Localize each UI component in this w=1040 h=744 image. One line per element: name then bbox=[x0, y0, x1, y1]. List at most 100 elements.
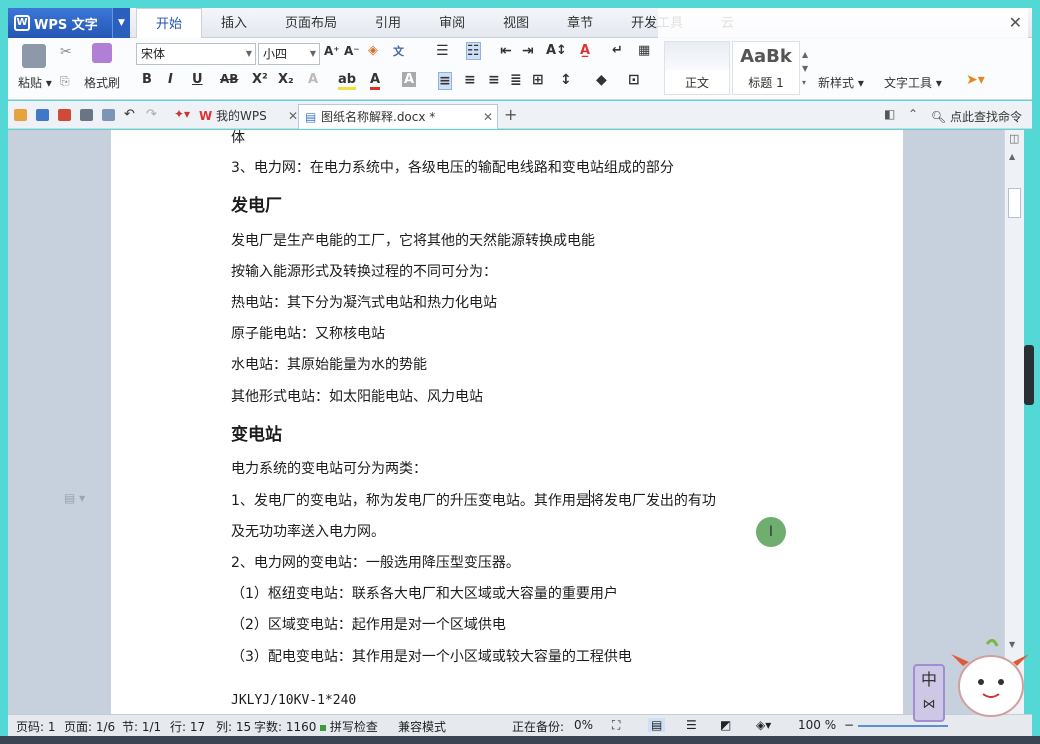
paragraph-handle-icon[interactable]: ▤ ▾ bbox=[64, 491, 85, 505]
decrease-indent-icon[interactable]: ⇤ bbox=[500, 43, 512, 59]
underline-icon[interactable]: U bbox=[192, 72, 203, 87]
copy-icon[interactable]: ⎘ bbox=[60, 74, 70, 89]
ime-indicator[interactable]: 中 ⋈ bbox=[913, 664, 945, 722]
new-tab-icon[interactable]: + bbox=[504, 105, 517, 124]
style-heading1[interactable]: AaBk 标题 1 bbox=[732, 41, 800, 95]
clear-format-icon[interactable]: ◈ bbox=[368, 43, 378, 58]
tab-view[interactable]: 视图 bbox=[484, 8, 548, 38]
text-tools-label: 文字工具 bbox=[884, 76, 933, 90]
doc-line: （2）区域变电站：起作用是对一个区域供电 bbox=[231, 617, 506, 633]
export-pdf-icon[interactable] bbox=[58, 109, 71, 121]
cut-icon[interactable]: ✂ bbox=[60, 44, 72, 60]
collapse-ribbon-icon[interactable]: ⌃ bbox=[908, 107, 918, 121]
quick-access-bar: ↶ ↷ ✦▾ W 我的WPS ✕ ▤ 图纸名称解释.docx * ✕ + ◧ ⌃… bbox=[8, 101, 1032, 129]
close-icon[interactable]: ✕ bbox=[1009, 13, 1022, 32]
new-style-button[interactable]: 新样式 ▾ bbox=[818, 74, 864, 91]
app-menu-button[interactable]: W WPS 文字 bbox=[8, 8, 118, 38]
status-backup: 正在备份: bbox=[512, 720, 565, 734]
page-view-icon[interactable]: ▤ bbox=[648, 718, 666, 732]
grow-font-icon[interactable]: A⁺ bbox=[324, 44, 340, 58]
redo-icon[interactable]: ↷ bbox=[146, 107, 157, 122]
app-menu-dropdown-icon[interactable]: ▼ bbox=[112, 8, 130, 38]
paste-icon[interactable] bbox=[22, 44, 46, 68]
bold-icon[interactable]: B bbox=[142, 72, 152, 87]
open-icon[interactable] bbox=[14, 109, 27, 121]
fill-color-icon[interactable]: ◆ bbox=[596, 72, 607, 88]
border-icon[interactable]: ⊡ bbox=[628, 72, 640, 88]
font-color-icon[interactable]: A bbox=[370, 72, 381, 90]
style-normal[interactable]: 正文 bbox=[664, 41, 730, 95]
sort-text-icon[interactable]: A↕ bbox=[546, 43, 567, 58]
tab-review[interactable]: 审阅 bbox=[420, 8, 484, 38]
zoom-out-icon[interactable]: − bbox=[844, 718, 854, 732]
phonetic-icon[interactable]: 文 bbox=[393, 43, 404, 59]
justify-icon[interactable]: ≣ bbox=[510, 72, 522, 88]
align-center-icon[interactable]: ≡ bbox=[464, 72, 476, 88]
highlight-icon[interactable]: ab bbox=[338, 72, 357, 90]
spell-check-label: 拼写检查 bbox=[329, 720, 378, 734]
tab-insert[interactable]: 插入 bbox=[202, 8, 266, 38]
format-painter-icon[interactable] bbox=[92, 43, 112, 63]
line-spacing-icon[interactable]: ↕ bbox=[560, 72, 572, 88]
sidebar-toggle-icon[interactable]: ◧ bbox=[884, 107, 895, 121]
scroll-up-icon[interactable]: ▲ bbox=[1009, 152, 1015, 161]
numbered-list-icon[interactable]: ☷ bbox=[466, 42, 481, 60]
chinese-layout-icon[interactable]: A̲ bbox=[580, 43, 590, 58]
font-size-select[interactable]: 小四 ▼ bbox=[258, 43, 320, 65]
status-word-count[interactable]: 字数: 1160 bbox=[254, 718, 316, 735]
print-icon[interactable] bbox=[80, 109, 93, 121]
tab-home[interactable]: 开始 bbox=[136, 8, 203, 39]
outline-view-icon[interactable]: ☰ bbox=[686, 718, 697, 732]
bullet-list-icon[interactable]: ☰ bbox=[436, 43, 449, 59]
close-tab-icon[interactable]: ✕ bbox=[483, 105, 493, 129]
find-command[interactable]: 🔍︎ 点此查找命令 bbox=[931, 108, 1022, 125]
tab-current-doc[interactable]: ▤ 图纸名称解释.docx * ✕ bbox=[298, 104, 498, 129]
increase-indent-icon[interactable]: ⇥ bbox=[522, 43, 534, 59]
undo-icon[interactable]: ↶ bbox=[124, 107, 135, 122]
font-family-select[interactable]: 宋体 ▼ bbox=[136, 43, 256, 65]
doc-line: 按输入能源形式及转换过程的不同可分为： bbox=[231, 264, 497, 280]
web-view-icon[interactable]: ◩ bbox=[720, 718, 731, 732]
align-right-icon[interactable]: ≡ bbox=[488, 72, 500, 88]
side-panel-handle[interactable] bbox=[1024, 345, 1034, 405]
styles-scroll-icon[interactable]: ▲ ▼ ▾ bbox=[802, 48, 808, 90]
distribute-icon[interactable]: ⊞ bbox=[532, 72, 544, 88]
doc-line: 电力系统的变电站可分为两类： bbox=[231, 461, 427, 477]
zoom-level[interactable]: 100 % bbox=[798, 718, 836, 732]
ime-mode-label: 中 bbox=[920, 670, 937, 689]
tab-chapter[interactable]: 章节 bbox=[548, 8, 612, 38]
shrink-font-icon[interactable]: A⁻ bbox=[344, 44, 360, 58]
protect-view-icon[interactable]: ◈▾ bbox=[756, 718, 771, 732]
tab-mywps[interactable]: W 我的WPS ✕ bbox=[194, 104, 298, 129]
paste-button[interactable]: 粘贴 ▾ bbox=[18, 74, 52, 91]
strikethrough-icon[interactable]: AB bbox=[220, 72, 238, 86]
char-shading-icon[interactable]: A bbox=[402, 72, 417, 87]
close-tab-icon[interactable]: ✕ bbox=[288, 104, 298, 128]
tab-page-layout[interactable]: 页面布局 bbox=[266, 8, 356, 38]
align-left-icon[interactable]: ≡ bbox=[438, 72, 452, 90]
doc-line: 1、发电厂的变电站，称为发电厂的升压变电站。其作用是将发电厂发出的有功 bbox=[231, 493, 716, 509]
text-tools-button[interactable]: 文字工具 ▾ bbox=[884, 74, 942, 91]
print-preview-icon[interactable] bbox=[102, 109, 115, 121]
customize-icon[interactable]: ✦▾ bbox=[174, 107, 190, 121]
format-painter-button[interactable]: 格式刷 bbox=[84, 74, 120, 91]
document-page[interactable]: 体 3、电力网：在电力系统中，各级电压的输配电线路和变电站组成的部分 发电厂 发… bbox=[111, 130, 903, 714]
spell-check-toggle[interactable]: 拼写检查 bbox=[320, 718, 378, 735]
table-icon[interactable]: ▦ bbox=[638, 43, 650, 58]
fullscreen-icon[interactable]: ⛶ bbox=[612, 718, 620, 733]
select-cursor-icon[interactable]: ➤▾ bbox=[966, 72, 985, 88]
status-page-code: 页码: 1 bbox=[16, 720, 56, 734]
save-icon[interactable] bbox=[36, 109, 49, 121]
mascot-widget[interactable]: 中 ⋈ bbox=[913, 636, 1031, 726]
title-bar: W WPS 文字 ▼ 开始 插入 页面布局 引用 审阅 视图 章节 开发工具 云… bbox=[8, 8, 1032, 39]
show-marks-icon[interactable]: ↵ bbox=[612, 43, 623, 58]
split-view-icon[interactable]: ◫ bbox=[1009, 132, 1019, 145]
scrollbar-thumb[interactable] bbox=[1008, 188, 1021, 218]
ime-butterfly-icon: ⋈ bbox=[922, 697, 936, 712]
tab-references[interactable]: 引用 bbox=[356, 8, 420, 38]
italic-icon[interactable]: I bbox=[168, 72, 173, 87]
text-effect-icon[interactable]: A bbox=[308, 72, 318, 87]
superscript-icon[interactable]: X² bbox=[252, 72, 268, 87]
vertical-scrollbar[interactable]: ◫ ▲ ▼ bbox=[1004, 130, 1024, 714]
subscript-icon[interactable]: X₂ bbox=[278, 72, 294, 87]
